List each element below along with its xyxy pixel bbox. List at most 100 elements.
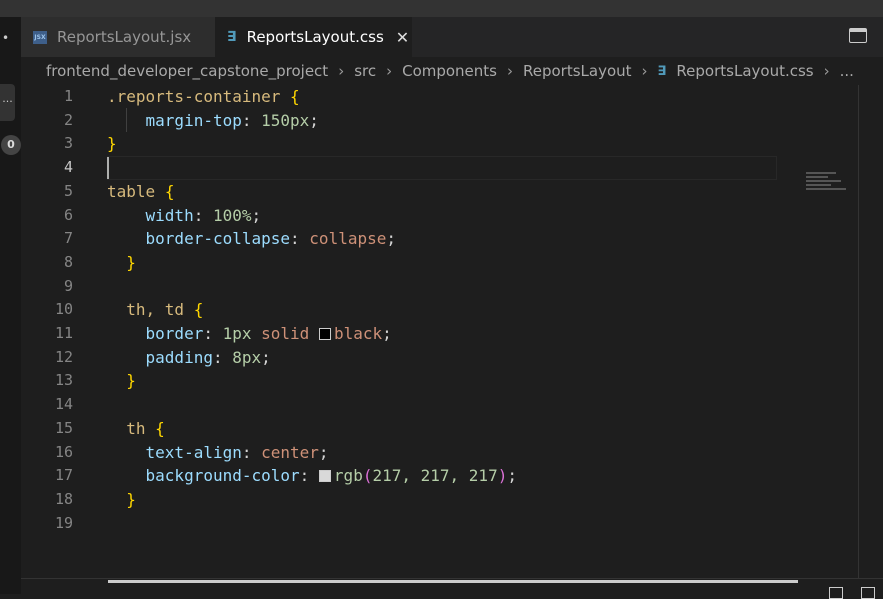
breadcrumb-item[interactable]: Components [402, 62, 497, 80]
tab-reportslayout-jsx[interactable]: JSX ReportsLayout.jsx [21, 17, 215, 57]
chevron-right-icon: › [507, 62, 513, 80]
code-token-number: 8px [232, 347, 262, 367]
code-token-brace: } [126, 252, 136, 272]
tab-reportslayout-css[interactable]: ∃ ReportsLayout.css ✕ [215, 17, 412, 57]
line-number: 15 [54, 418, 73, 437]
code-token-selector: th, td [126, 300, 185, 320]
code-line[interactable]: .reports-container { [107, 85, 300, 109]
code-token-value: solid [261, 324, 310, 343]
code-token-number: 217, 217, 217 [372, 466, 498, 486]
breadcrumb-item[interactable]: src [354, 62, 376, 80]
split-icon[interactable] [829, 587, 843, 599]
code-token-property: margin-top [145, 110, 242, 130]
close-icon[interactable]: ✕ [396, 28, 409, 47]
code-token-text: : [212, 347, 233, 367]
code-line[interactable]: width: 100%; [107, 204, 262, 228]
code-line[interactable]: table { [107, 180, 174, 204]
code-editor[interactable]: 1 .reports-container {2 margin-top: 150px… [21, 85, 858, 578]
code-line[interactable]: padding: 8px; [107, 346, 271, 370]
breadcrumb-item[interactable]: frontend_developer_capstone_project [46, 62, 328, 80]
code-line[interactable]: margin-top: 150px; [107, 109, 319, 133]
toggle-layout-icon[interactable] [849, 28, 867, 43]
code-token-property: width [145, 205, 194, 225]
code-token-selector: table [107, 181, 156, 201]
code-token-number: 100% [212, 205, 252, 225]
notification-badge[interactable]: 0 [1, 135, 21, 155]
tab-label: ReportsLayout.jsx [57, 28, 192, 46]
code-token-brace: { [164, 181, 175, 201]
breadcrumb: frontend_developer_capstone_project › src… [21, 57, 858, 85]
code-line[interactable]: border-collapse: collapse; [107, 227, 396, 251]
activity-bar: • ... 0 [0, 17, 21, 594]
code-line[interactable]: } [107, 251, 136, 275]
code-line[interactable]: th, td { [107, 298, 203, 322]
code-token-number: 1px [222, 324, 252, 343]
line-number: 14 [54, 395, 73, 414]
code-token-text: ; [507, 466, 517, 486]
chevron-right-icon: › [338, 62, 345, 80]
breadcrumb-item[interactable]: ReportsLayout [523, 62, 632, 80]
code-token-brace: } [107, 134, 117, 154]
line-number: 7 [63, 229, 73, 248]
code-token-text: : [290, 229, 310, 249]
line-number: 4 [63, 158, 73, 177]
line-number: 6 [63, 205, 73, 224]
code-line[interactable]: } [107, 132, 117, 156]
more-dot-icon[interactable]: • [2, 31, 9, 45]
code-token-text: : [299, 466, 319, 486]
title-bar [0, 0, 883, 17]
line-number: 9 [63, 276, 73, 295]
code-token-text: ; [309, 110, 319, 130]
line-number: 16 [54, 442, 73, 461]
code-token-paren: ) [497, 466, 508, 486]
code-token-text: : [241, 442, 262, 462]
breadcrumb-item[interactable]: ... [840, 62, 854, 80]
code-token-property: border-collapse [145, 229, 291, 249]
horizontal-scrollbar[interactable] [21, 578, 883, 599]
vertical-scrollbar[interactable] [858, 85, 859, 578]
text-cursor [107, 157, 109, 179]
code-line[interactable]: } [107, 488, 136, 512]
line-number: 12 [54, 347, 73, 366]
line-number: 5 [63, 181, 73, 200]
code-token-brace: { [290, 87, 300, 106]
breadcrumb-item[interactable]: ReportsLayout.css [676, 62, 813, 80]
line-number: 10 [54, 300, 73, 319]
color-swatch[interactable] [318, 470, 331, 483]
code-line[interactable]: } [107, 369, 136, 393]
code-token-property: padding [145, 347, 213, 367]
panel-icon[interactable] [861, 587, 875, 599]
tab-label: ReportsLayout.css [246, 28, 384, 46]
code-token-number: 150px [261, 110, 310, 130]
line-number: 11 [54, 324, 73, 342]
line-number: 18 [54, 489, 73, 508]
chevron-right-icon: › [386, 62, 393, 80]
line-number: 19 [54, 513, 73, 532]
code-line[interactable]: border: 1px solid black; [107, 322, 392, 346]
line-number: 2 [63, 110, 73, 129]
minimap[interactable] [806, 170, 866, 210]
css-file-icon: ∃ [657, 63, 667, 79]
color-swatch[interactable] [318, 328, 331, 340]
code-token-property: background-color [145, 466, 300, 486]
code-token-selector: .reports-container [107, 87, 281, 106]
code-line[interactable]: text-align: center; [107, 441, 329, 465]
line-number: 8 [63, 252, 73, 271]
scrollbar-thumb[interactable] [108, 580, 798, 583]
code-token-selector: th [126, 418, 146, 438]
code-line[interactable]: th { [107, 417, 165, 441]
code-line[interactable]: background-color: rgb(217, 217, 217); [107, 464, 517, 488]
chevron-right-icon: › [641, 62, 648, 80]
more-button[interactable]: ... [0, 84, 15, 121]
code-token-text: : [241, 110, 262, 130]
